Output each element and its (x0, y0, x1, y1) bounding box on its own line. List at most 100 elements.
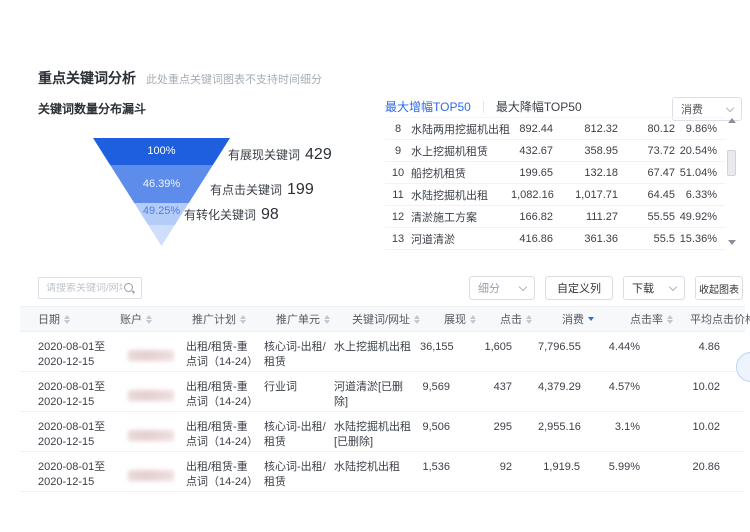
previous-cell: 132.18 (553, 167, 618, 179)
scroll-up-icon[interactable] (728, 118, 736, 123)
avg-cpc-cell: 10.02 (666, 372, 746, 411)
keyword-cell: 水陆挖机出租 (334, 452, 420, 491)
rank-cell: 13 (385, 233, 411, 245)
sort-icon[interactable] (667, 315, 673, 324)
funnel-stage3-value: 98 (261, 206, 279, 223)
table-row[interactable]: 2020-08-01至2020-12-15 出租/租赁-重点词（14-24） 核… (20, 332, 745, 372)
date-cell: 2020-08-01至2020-12-15 (38, 412, 114, 451)
change-cell: 64.45 (618, 189, 675, 201)
keyword-cell: 河道清淤 (411, 231, 511, 247)
col-header-label: 点击 (500, 311, 522, 327)
sort-icon[interactable] (414, 315, 420, 324)
rank-cell: 11 (385, 189, 411, 201)
ranking-row[interactable]: 12 清淤施工方案 166.82 111.27 55.55 49.92% (385, 206, 725, 228)
sort-icon[interactable] (64, 315, 70, 324)
current-cell: 166.82 (511, 211, 553, 223)
unit-cell: 行业词 (264, 372, 334, 411)
ranking-row[interactable]: 11 水陆挖掘机出租 1,082.16 1,017.71 64.45 6.33% (385, 184, 725, 206)
sort-icon[interactable] (146, 315, 152, 324)
col-header-ctr[interactable]: 点击率 (630, 311, 690, 327)
col-header-impressions[interactable]: 展现 (444, 311, 500, 327)
funnel-section-title: 关键词数量分布漏斗 (38, 100, 146, 117)
change-rate-cell: 15.36% (675, 233, 717, 245)
search-icon[interactable] (123, 282, 135, 294)
ctr-cell: 3.1% (606, 412, 666, 451)
keyword-search[interactable] (38, 277, 142, 299)
search-input[interactable] (39, 283, 123, 294)
cost-cell: 1,919.5 (538, 452, 606, 491)
rank-cell: 12 (385, 211, 411, 223)
download-label: 下载 (632, 280, 654, 296)
sort-icon[interactable] (240, 315, 246, 324)
col-header-clicks[interactable]: 点击 (500, 311, 562, 327)
table-row[interactable]: 2020-08-01至2020-12-15 出租/租赁-重点词（14-24） 核… (20, 412, 745, 452)
col-header-label: 平均点击价格 (690, 311, 750, 327)
col-header-label: 账户 (120, 311, 142, 327)
cost-cell: 7,796.55 (538, 332, 606, 371)
col-header-cost[interactable]: 消费 (562, 311, 630, 327)
chevron-down-icon (669, 282, 677, 290)
change-rate-cell: 51.04% (675, 167, 717, 179)
col-header-unit[interactable]: 推广单元 (276, 311, 352, 327)
clicks-cell: 295 (476, 412, 538, 451)
chevron-down-icon (519, 282, 527, 290)
table-row[interactable]: 2020-08-01至2020-12-15 出租/租赁-重点词（14-24） 行… (20, 372, 745, 412)
ranking-row[interactable]: 10 船挖机租赁 199.65 132.18 67.47 51.04% (385, 162, 725, 184)
clicks-cell: 1,605 (476, 332, 538, 371)
segment-select-value: 细分 (478, 280, 500, 296)
current-cell: 892.44 (511, 123, 553, 135)
custom-columns-button[interactable]: 自定义列 (545, 276, 613, 300)
col-header-avg-cpc[interactable]: 平均点击价格 (690, 311, 750, 327)
col-header-account[interactable]: 账户 (120, 311, 192, 327)
ranking-row[interactable]: 9 水上挖掘机租赁 432.67 358.95 73.72 20.54% (385, 140, 725, 162)
collapse-chart-button[interactable]: 收起图表 (695, 276, 743, 300)
previous-cell: 111.27 (553, 211, 618, 223)
avg-cpc-cell: 10.02 (666, 412, 746, 451)
impressions-cell: 36,155 (420, 332, 476, 371)
tab-top-decrease[interactable]: 最大降幅TOP50 (496, 98, 582, 115)
change-cell: 80.12 (618, 123, 675, 135)
page-title: 重点关键词分析 (38, 68, 136, 88)
unit-cell: 核心词-出租/租赁 (264, 412, 334, 451)
col-header-keyword[interactable]: 关键词/网址 (352, 311, 444, 327)
col-header-label: 点击率 (630, 311, 663, 327)
cost-cell: 2,955.16 (538, 412, 606, 451)
keyword-cell: 河道清淤[已删除] (334, 372, 420, 411)
change-rate-cell: 49.92% (675, 211, 717, 223)
scrollbar-thumb[interactable] (727, 150, 736, 176)
change-rate-cell: 6.33% (675, 189, 717, 201)
impressions-cell: 9,506 (420, 412, 476, 451)
rank-cell: 10 (385, 167, 411, 179)
col-header-date[interactable]: 日期 (38, 311, 120, 327)
scroll-down-icon[interactable] (728, 240, 736, 245)
date-cell: 2020-08-01至2020-12-15 (38, 372, 114, 411)
clicks-cell: 92 (476, 452, 538, 491)
col-header-label: 展现 (444, 311, 466, 327)
sort-icon[interactable] (526, 315, 532, 324)
change-rate-cell: 20.54% (675, 145, 717, 157)
page-subtitle: 此处重点关键词图表不支持时间细分 (146, 71, 322, 87)
ranking-scrollbar[interactable] (727, 118, 737, 245)
table-row[interactable]: 2020-08-01至2020-12-15 出租/租赁-重点词（14-24） 核… (20, 452, 745, 492)
account-cell (114, 452, 186, 491)
funnel-stage2-label: 有点击关键词199 (210, 181, 314, 199)
ranking-row[interactable]: 13 河道清淤 416.86 361.36 55.5 15.36% (385, 228, 725, 250)
avg-cpc-cell: 20.86 (666, 452, 746, 491)
redacted-account (128, 470, 174, 481)
previous-cell: 1,017.71 (553, 189, 618, 201)
download-button[interactable]: 下载 (623, 276, 685, 300)
ctr-cell: 4.44% (606, 332, 666, 371)
sort-icon[interactable] (470, 315, 476, 324)
segment-select[interactable]: 细分 (469, 276, 535, 300)
col-header-label: 日期 (38, 311, 60, 327)
keyword-cell: 水陆挖掘机出租 (411, 187, 511, 203)
keyword-cell: 清淤施工方案 (411, 209, 511, 225)
col-header-label: 消费 (562, 311, 584, 327)
sort-icon-active[interactable] (588, 317, 594, 321)
ranking-row[interactable]: 8 水陆两用挖掘机出租 892.44 812.32 80.12 9.86% (385, 117, 725, 140)
tab-top-increase[interactable]: 最大增幅TOP50 (385, 98, 471, 115)
col-header-label: 推广单元 (276, 311, 320, 327)
sort-icon[interactable] (324, 315, 330, 324)
col-header-plan[interactable]: 推广计划 (192, 311, 276, 327)
date-cell: 2020-08-01至2020-12-15 (38, 452, 114, 491)
